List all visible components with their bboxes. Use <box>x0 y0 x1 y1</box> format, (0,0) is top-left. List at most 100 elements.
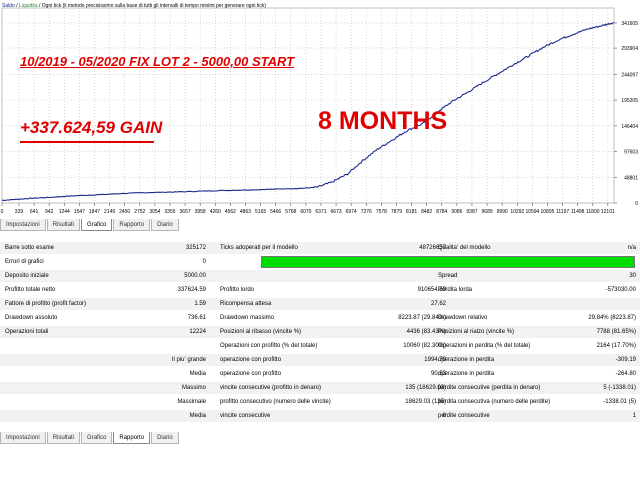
table-row: Barre sotto esame 325172 Ticks adoperati… <box>0 242 640 254</box>
table-row: Massimale profitto consecutivo (numero d… <box>0 396 640 408</box>
cell-value: n/a <box>627 245 636 251</box>
table-row: Operazioni con profitto (% del totale) 1… <box>0 340 640 352</box>
x-tick-label: 3958 <box>195 209 206 215</box>
cell-value: 5000.00 <box>184 273 206 279</box>
cell-value: -264.80 <box>615 371 636 377</box>
report-table: Barre sotto esame 325172 Ticks adoperati… <box>0 242 640 430</box>
x-tick-label: 3657 <box>180 209 191 215</box>
x-tick-label: 8181 <box>406 209 417 215</box>
tab-grafico[interactable]: Grafico <box>81 432 113 444</box>
x-tick-label: 2450 <box>119 209 130 215</box>
y-tick-label: 293904 <box>621 46 638 52</box>
plot-frame <box>1 7 615 204</box>
tab-risultati[interactable]: Risultati <box>46 432 81 444</box>
cell-value: 6 <box>442 413 446 419</box>
y-tick-label: 146404 <box>621 124 638 130</box>
tab-grafico[interactable]: Grafico <box>81 219 113 231</box>
y-tick-label: 341605 <box>621 21 638 27</box>
x-tick-label: 5165 <box>255 209 266 215</box>
table-row: Profitto totale netto 337624.59 Profitto… <box>0 284 640 296</box>
cell-value: 90.52 <box>430 371 446 377</box>
gain-annotation: +337.624,59 GAIN <box>20 118 163 137</box>
x-tick-label: 9689 <box>482 209 493 215</box>
cell-value: 29.84% (8223.87) <box>588 315 636 321</box>
balance-chart-panel: 341605 293904 244097 195205 146404 97603 48801… <box>0 0 640 216</box>
y-tick-label: 97603 <box>624 150 638 156</box>
x-tick-label: 8482 <box>421 209 432 215</box>
x-tick-label: 4562 <box>225 209 236 215</box>
cell-value: 12224 <box>189 329 206 335</box>
table-row: Errori di grafici 0 <box>0 256 640 268</box>
cell-value: 1 <box>632 413 636 419</box>
tab-rapporto[interactable]: Rapporto <box>113 219 151 231</box>
x-tick-label: 9086 <box>451 209 462 215</box>
x-tick-label: 7879 <box>391 209 402 215</box>
x-tick-label: 2752 <box>134 209 145 215</box>
months-annotation: 8 MONTHS <box>318 107 448 135</box>
cell-value: 0 <box>202 259 206 265</box>
tab-diario[interactable]: Diario <box>151 432 179 444</box>
table-row: Media vincite consecutive 6 perdite cons… <box>0 410 640 422</box>
x-tick-label: 11498 <box>571 209 585 215</box>
x-tick-label: 8784 <box>436 209 447 215</box>
cell-value: 337624.59 <box>177 287 206 293</box>
x-tick-label: 5768 <box>285 209 296 215</box>
x-tick-label: 1244 <box>59 209 70 215</box>
cell-value: 5 (-1338.01) <box>603 385 636 391</box>
x-tick-label: 4260 <box>210 209 221 215</box>
cell-value: 18629.03 (135) <box>405 399 446 405</box>
tab-rapporto[interactable]: Rapporto <box>113 432 151 444</box>
chart-tab-strip: Impostazioni Risultati Grafico Rapporto Diar… <box>0 219 180 231</box>
model-quality-bar <box>262 257 634 267</box>
cell-value: 30 <box>629 273 636 279</box>
cell-label: Media <box>189 413 206 419</box>
period-annotation: 10/2019 - 05/2020 FIX LOT 2 - 5000,00 ST… <box>20 54 295 69</box>
cell-value: -309.19 <box>615 357 636 363</box>
x-tick-label: 10895 <box>541 209 555 215</box>
cell-value: 910654.59 <box>417 287 446 293</box>
x-tick-label: 12101 <box>601 209 615 215</box>
x-tick-label: 942 <box>45 209 54 215</box>
y-tick-label: 195205 <box>621 98 638 104</box>
x-tick-label: 11197 <box>556 209 569 215</box>
x-tick-label: 339 <box>15 209 24 215</box>
table-row: Drawdown assoluto 736.61 Drawdown massim… <box>0 312 640 324</box>
x-tick-label: 1847 <box>89 209 100 215</box>
tab-impostazioni[interactable]: Impostazioni <box>0 219 46 231</box>
x-tick-label: 641 <box>30 209 39 215</box>
tab-diario[interactable]: Diario <box>151 219 179 231</box>
report-tab-strip: Impostazioni Risultati Grafico Rapporto Diar… <box>0 432 180 444</box>
cell-value: 325172 <box>185 245 206 251</box>
cell-value: 1994.70 <box>424 357 446 363</box>
cell-value: 1.59 <box>194 301 206 307</box>
x-tick-label: 2149 <box>104 209 115 215</box>
x-tick-label: 7578 <box>376 209 387 215</box>
table-row: Operazioni totali 12224 Posizioni al rib… <box>0 326 640 338</box>
legend-balance: Saldo <box>2 3 15 9</box>
x-tick-label: 3054 <box>149 209 160 215</box>
y-tick-label: 0 <box>635 201 638 207</box>
x-tick-label: 6673 <box>331 209 342 215</box>
cell-value: -573030.00 <box>605 287 636 293</box>
x-tick-label: 6070 <box>300 209 311 215</box>
cell-value: 7788 (81.65%) <box>596 329 636 335</box>
chart-legend: Saldo / Liquidita / Ogni tick (il metodo… <box>2 3 267 9</box>
legend-description: Ogni tick (il metodo precisissimo sulla … <box>41 3 267 9</box>
tab-impostazioni[interactable]: Impostazioni <box>0 432 46 444</box>
x-tick-label: 6974 <box>346 209 357 215</box>
cell-value: 27.62 <box>430 301 446 307</box>
cell-value: 8223.87 (29.84%) <box>398 315 446 321</box>
cell-label: Il piu' grande <box>171 357 206 363</box>
cell-label: Media <box>189 371 206 377</box>
table-row: Il piu' grande operazione con profitto 1… <box>0 354 640 366</box>
x-tick-label: 7276 <box>361 209 372 215</box>
y-tick-label: 48801 <box>624 175 638 181</box>
cell-label: Massimale <box>177 399 206 405</box>
x-tick-label: 10594 <box>525 209 539 215</box>
x-tick-label: 4863 <box>240 209 251 215</box>
tab-risultati[interactable]: Risultati <box>46 219 81 231</box>
y-tick-label: 244097 <box>621 72 638 78</box>
cell-value: 2164 (17.70%) <box>596 343 636 349</box>
bottom-blank <box>0 444 640 480</box>
table-row: Massimo vincite consecutive (profitto in… <box>0 382 640 394</box>
